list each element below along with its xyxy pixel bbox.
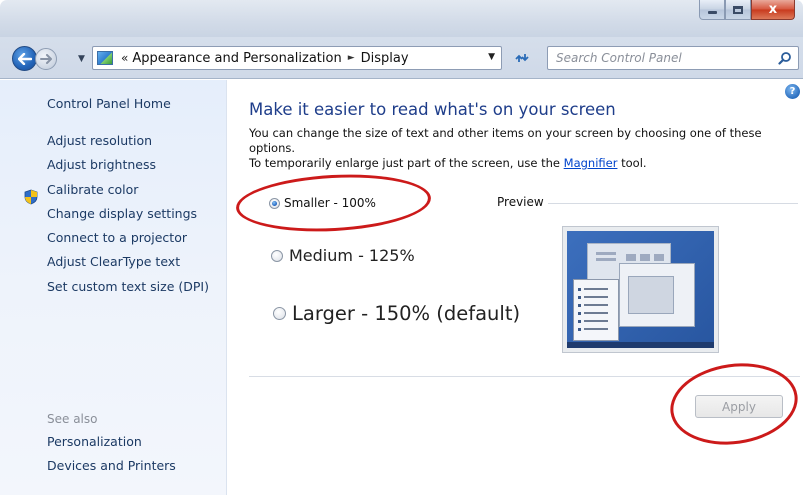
see-also-personalization[interactable]: Personalization xyxy=(47,434,176,458)
left-task-pane: Control Panel Home Adjust resolution Adj… xyxy=(0,80,227,495)
preview-divider xyxy=(548,203,798,204)
radio-larger[interactable] xyxy=(273,307,286,320)
maximize-icon xyxy=(733,5,743,14)
control-panel-window: x ▼ « Appearance and Personalization ► D… xyxy=(0,0,803,495)
minimize-icon xyxy=(707,11,717,14)
radio-smaller[interactable] xyxy=(269,197,280,209)
task-link-adjust-cleartype[interactable]: Adjust ClearType text xyxy=(47,254,209,278)
breadcrumb-separator-icon[interactable]: ► xyxy=(348,53,355,63)
preview-taskbar xyxy=(567,342,714,348)
see-also-list: Personalization Devices and Printers xyxy=(47,434,176,482)
search-input[interactable]: Search Control Panel xyxy=(547,46,799,70)
page-description: You can change the size of text and othe… xyxy=(249,126,797,171)
back-button[interactable] xyxy=(12,46,37,71)
see-also-devices-printers[interactable]: Devices and Printers xyxy=(47,458,176,482)
preview-desktop xyxy=(567,231,714,348)
task-list: Adjust resolution Adjust brightness Cali… xyxy=(47,133,209,303)
preview-label: Preview xyxy=(497,195,544,209)
breadcrumb-appearance[interactable]: Appearance and Personalization xyxy=(132,51,341,66)
radio-medium[interactable] xyxy=(271,249,283,262)
recent-pages-dropdown[interactable]: ▼ xyxy=(78,54,85,64)
title-bar: x xyxy=(0,0,803,37)
help-icon[interactable]: ? xyxy=(785,84,800,99)
task-link-adjust-brightness[interactable]: Adjust brightness xyxy=(47,157,209,181)
see-also-heading: See also xyxy=(47,412,98,426)
forward-button[interactable] xyxy=(35,48,57,70)
preview-window-front xyxy=(619,263,695,327)
refresh-icon xyxy=(515,54,529,62)
control-panel-home-link[interactable]: Control Panel Home xyxy=(47,96,171,111)
refresh-button[interactable] xyxy=(510,46,534,70)
description-line-1: You can change the size of text and othe… xyxy=(249,126,762,155)
option-smaller[interactable]: Smaller - 100% xyxy=(269,196,376,210)
forward-arrow-icon xyxy=(40,54,52,64)
task-link-custom-text-size[interactable]: Set custom text size (DPI) xyxy=(47,279,209,303)
preview-image xyxy=(562,226,719,353)
description-line-2-start: To temporarily enlarge just part of the … xyxy=(249,156,564,170)
breadcrumb-display[interactable]: Display xyxy=(361,51,409,66)
shield-icon xyxy=(24,189,38,205)
minimize-button[interactable] xyxy=(699,0,725,20)
close-icon: x xyxy=(768,2,778,17)
task-link-connect-projector[interactable]: Connect to a projector xyxy=(47,230,209,254)
breadcrumb-overflow[interactable]: « xyxy=(121,51,128,65)
search-icon[interactable] xyxy=(778,51,792,65)
apply-button[interactable]: Apply xyxy=(695,395,783,418)
window-controls: x xyxy=(699,0,795,22)
address-bar[interactable]: « Appearance and Personalization ► Displ… xyxy=(92,46,502,70)
control-panel-icon xyxy=(97,51,113,65)
option-larger[interactable]: Larger - 150% (default) xyxy=(273,302,520,325)
search-placeholder: Search Control Panel xyxy=(556,51,682,65)
page-title: Make it easier to read what's on your sc… xyxy=(249,100,616,119)
task-link-calibrate-color[interactable]: Calibrate color xyxy=(47,182,209,206)
description-line-2-end: tool. xyxy=(617,156,647,170)
navigation-bar: ▼ « Appearance and Personalization ► Dis… xyxy=(0,37,803,79)
preview-window-list xyxy=(573,279,619,341)
content-divider xyxy=(249,376,800,377)
option-medium[interactable]: Medium - 125% xyxy=(271,246,415,265)
maximize-button[interactable] xyxy=(725,0,751,20)
option-larger-label[interactable]: Larger - 150% (default) xyxy=(292,302,520,325)
address-dropdown-icon[interactable]: ▼ xyxy=(488,52,495,62)
back-arrow-icon xyxy=(17,52,32,65)
task-link-change-display-settings[interactable]: Change display settings xyxy=(47,206,209,230)
option-medium-label[interactable]: Medium - 125% xyxy=(289,246,415,265)
magnifier-link[interactable]: Magnifier xyxy=(564,156,618,170)
option-smaller-label[interactable]: Smaller - 100% xyxy=(284,196,376,210)
task-link-adjust-resolution[interactable]: Adjust resolution xyxy=(47,133,209,157)
close-button[interactable]: x xyxy=(751,0,795,20)
